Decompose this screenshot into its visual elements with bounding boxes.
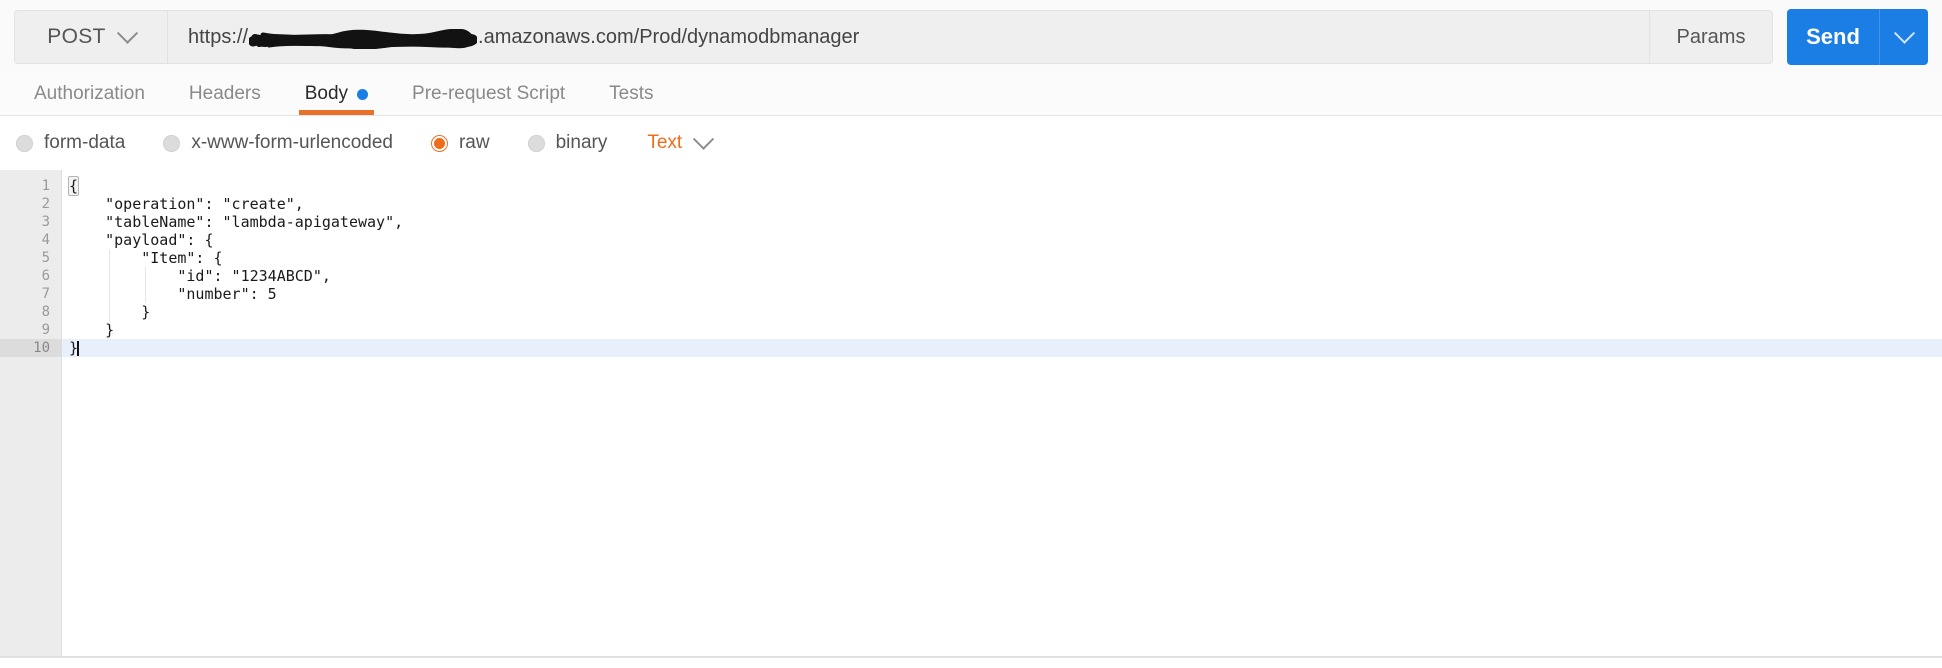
- code-line-text: }: [69, 303, 151, 321]
- content-type-select[interactable]: Text: [647, 128, 715, 154]
- code-line-text: {: [67, 176, 80, 196]
- body-type-radio-label: raw: [458, 132, 490, 153]
- request-tabs: Authorization Headers Body Pre-request Scri…: [0, 74, 1942, 116]
- redacted-host-scribble: [248, 28, 479, 50]
- body-type-radio-label: binary: [555, 132, 608, 153]
- send-group: Send: [1787, 9, 1928, 65]
- url-input[interactable]: https:// .amazonaws.com/Prod/dynamodbman…: [168, 11, 1649, 63]
- code-line-text: "id": "1234ABCD",: [69, 267, 331, 285]
- code-line: "Item": {: [62, 249, 1942, 267]
- line-number: 10: [0, 339, 61, 357]
- body-type-radio-group: form-data x-www-form-urlencoded raw binary: [16, 132, 645, 154]
- code-line-text: }: [69, 321, 115, 339]
- code-line: "payload": {: [62, 231, 1942, 249]
- code-line: }: [62, 339, 1942, 357]
- request-body-editor[interactable]: 1 2 3 4 5 6 7 8 9 10 { "operation": "create", "ta…: [0, 170, 1942, 658]
- code-line: "number": 5: [62, 285, 1942, 303]
- url-group: POST https:// .amazonaws.com/Prod/dynamo…: [14, 10, 1773, 64]
- code-line-text: "tableName": "lambda-apigateway",: [69, 213, 404, 231]
- tab-label: Body: [304, 83, 349, 104]
- tab-label: Pre-request Script: [412, 83, 566, 104]
- code-line: {: [62, 176, 1942, 196]
- line-number: 5: [41, 250, 50, 266]
- line-number: 7: [41, 286, 50, 302]
- unsaved-changes-dot-icon: [357, 88, 369, 100]
- chevron-down-icon: [116, 22, 138, 44]
- line-number: 4: [41, 232, 50, 248]
- tab-pre-request-script[interactable]: Pre-request Script: [390, 73, 587, 115]
- line-number: 8: [41, 304, 50, 320]
- line-number: 6: [41, 268, 50, 284]
- code-line: }: [62, 303, 1942, 321]
- http-method-select[interactable]: POST: [15, 11, 168, 63]
- line-number: 9: [41, 322, 50, 338]
- chevron-down-icon: [693, 128, 715, 150]
- tab-body[interactable]: Body: [283, 73, 390, 115]
- radio-button-icon[interactable]: [430, 134, 448, 152]
- params-button[interactable]: Params: [1649, 11, 1772, 63]
- tab-label: Headers: [188, 83, 261, 104]
- tab-tests[interactable]: Tests: [587, 73, 675, 115]
- code-line: "tableName": "lambda-apigateway",: [62, 213, 1942, 231]
- code-line-text: "Item": {: [69, 249, 223, 267]
- request-bar: POST https:// .amazonaws.com/Prod/dynamo…: [0, 0, 1942, 74]
- tab-label: Authorization: [34, 83, 145, 104]
- body-type-radio-x-www-form-urlencoded[interactable]: x-www-form-urlencoded: [163, 132, 393, 154]
- line-number: 3: [41, 214, 50, 230]
- send-options-button[interactable]: [1879, 9, 1928, 65]
- url-prefix: https://: [188, 25, 249, 48]
- editor-line-number-gutter: 1 2 3 4 5 6 7 8 9 10: [0, 170, 62, 656]
- text-cursor: [77, 341, 80, 356]
- http-method-label: POST: [47, 25, 106, 48]
- radio-button-icon[interactable]: [163, 134, 181, 152]
- radio-button-icon[interactable]: [16, 134, 33, 152]
- code-line: "id": "1234ABCD",: [62, 267, 1942, 285]
- code-line: }: [62, 321, 1942, 339]
- url-text: https:// .amazonaws.com/Prod/dynamodbman…: [188, 25, 860, 50]
- tab-authorization[interactable]: Authorization: [12, 73, 167, 115]
- chevron-down-icon: [1893, 22, 1915, 44]
- radio-button-icon[interactable]: [527, 134, 545, 152]
- line-number: 2: [41, 196, 50, 212]
- url-suffix: .amazonaws.com/Prod/dynamodbmanager: [478, 25, 860, 48]
- editor-code-area[interactable]: { "operation": "create", "tableName": "l…: [62, 170, 1942, 656]
- content-type-label: Text: [647, 132, 683, 153]
- body-type-row: form-data x-www-form-urlencoded raw binary …: [0, 116, 1942, 170]
- body-type-radio-raw[interactable]: raw: [430, 132, 490, 154]
- tab-headers[interactable]: Headers: [167, 73, 283, 115]
- body-type-radio-binary[interactable]: binary: [527, 132, 608, 154]
- code-line-text: "payload": {: [69, 231, 214, 249]
- code-line-text: "operation": "create",: [69, 195, 304, 213]
- tab-label: Tests: [609, 83, 654, 104]
- body-type-radio-form-data[interactable]: form-data: [16, 132, 125, 154]
- code-line: "operation": "create",: [62, 195, 1942, 213]
- code-line-text: "number": 5: [69, 285, 277, 303]
- body-type-radio-label: x-www-form-urlencoded: [191, 132, 393, 153]
- send-button[interactable]: Send: [1787, 9, 1879, 65]
- line-number: 1: [41, 178, 50, 194]
- body-type-radio-label: form-data: [44, 132, 126, 153]
